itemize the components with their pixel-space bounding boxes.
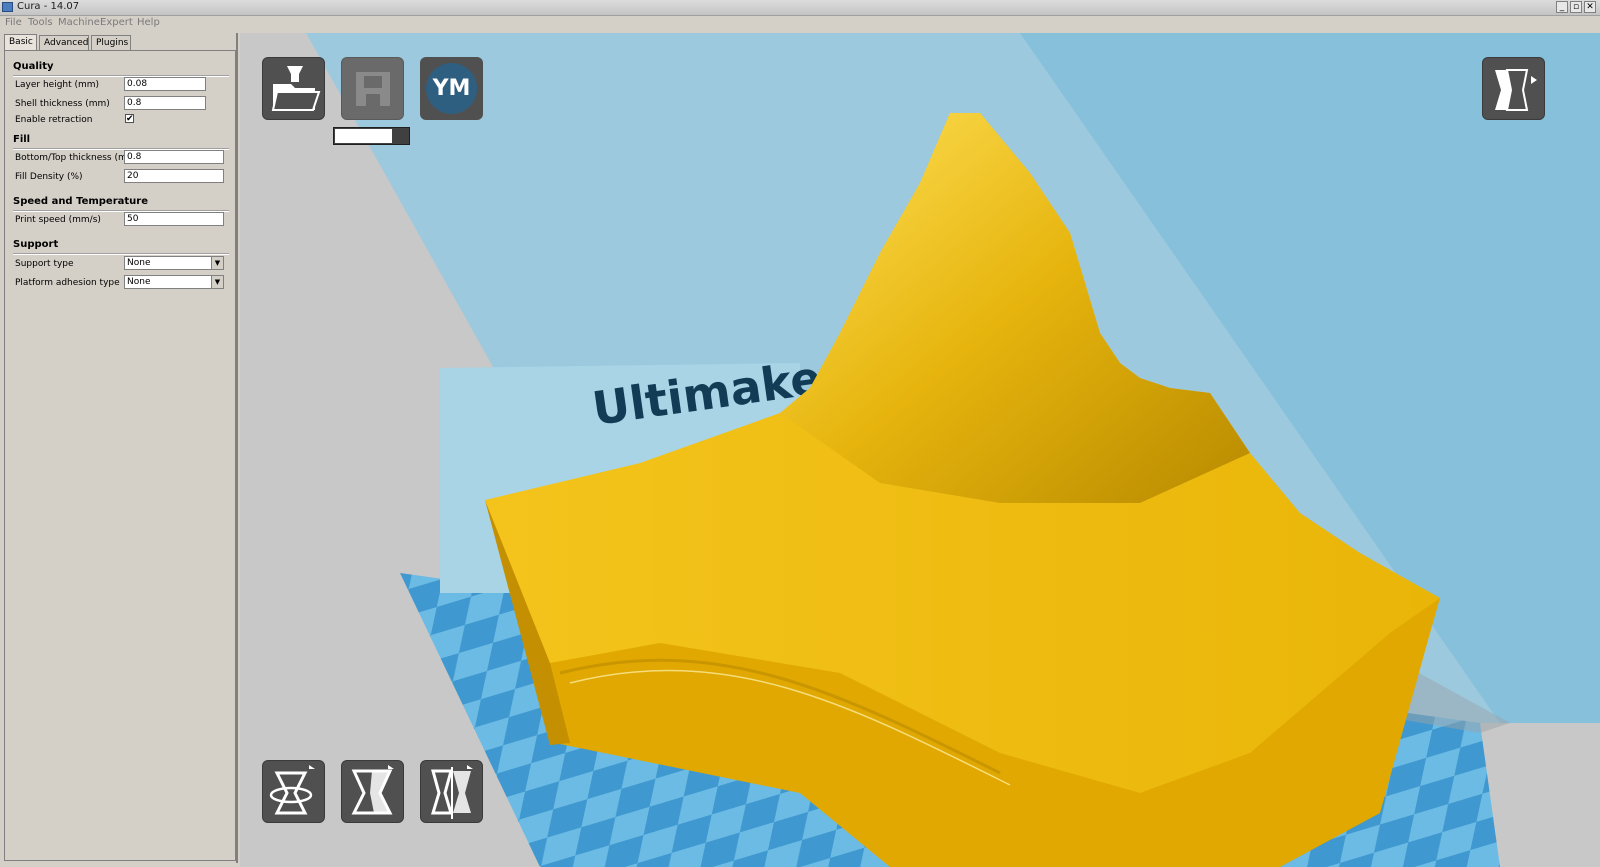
shell-thickness-field[interactable]: 0.8	[124, 96, 206, 110]
load-model-button[interactable]	[262, 57, 325, 120]
tab-plugins[interactable]: Plugins	[91, 35, 131, 50]
mirror-icon	[430, 765, 473, 819]
support-type-label: Support type	[15, 259, 74, 269]
minimize-button[interactable]: _	[1556, 1, 1568, 13]
mirror-button[interactable]	[420, 760, 483, 823]
retraction-checkbox[interactable]: ✔	[125, 114, 134, 124]
load-model-icon	[271, 66, 321, 111]
youmagine-icon: YM	[426, 63, 477, 114]
shell-thickness-label: Shell thickness (mm)	[15, 99, 110, 109]
menu-file[interactable]: File	[5, 17, 22, 28]
menu-tools[interactable]: Tools	[28, 17, 53, 28]
print-speed-field[interactable]: 50	[124, 212, 224, 226]
slice-progress-bar	[333, 127, 410, 145]
title-bar: Cura - 14.07 _ ▫ ✕	[0, 0, 1600, 16]
layer-height-label: Layer height (mm)	[15, 80, 100, 90]
fill-density-field[interactable]: 20	[124, 169, 224, 183]
chevron-down-icon[interactable]: ▼	[211, 257, 223, 269]
print-speed-label: Print speed (mm/s)	[15, 215, 101, 225]
support-divider	[13, 253, 229, 255]
scale-icon	[351, 765, 394, 815]
tab-advanced[interactable]: Advanced	[39, 35, 89, 50]
view-mode-icon	[1495, 69, 1537, 111]
menu-machine[interactable]: Machine	[58, 17, 100, 28]
bottom-top-thickness-label: Bottom/Top thickness (mm)	[15, 153, 140, 163]
support-heading: Support	[13, 239, 59, 250]
rotate-icon	[269, 765, 315, 815]
rotate-button[interactable]	[262, 760, 325, 823]
fill-density-label: Fill Density (%)	[15, 172, 83, 182]
save-toolpath-button[interactable]	[341, 57, 404, 120]
menu-expert[interactable]: Expert	[100, 17, 133, 28]
view-mode-button[interactable]	[1482, 57, 1545, 120]
close-button[interactable]: ✕	[1584, 1, 1596, 13]
scale-button[interactable]	[341, 760, 404, 823]
restore-button[interactable]: ▫	[1570, 1, 1582, 13]
scene-render: Ultimake	[306, 33, 1600, 867]
quality-heading: Quality	[13, 61, 54, 72]
adhesion-type-label: Platform adhesion type	[15, 278, 120, 288]
chevron-down-icon[interactable]: ▼	[211, 276, 223, 288]
slice-progress-fill	[335, 129, 392, 143]
retraction-label: Enable retraction	[15, 115, 93, 125]
bottom-top-thickness-field[interactable]: 0.8	[124, 150, 224, 164]
adhesion-type-value: None	[127, 277, 151, 287]
window-title: Cura - 14.07	[17, 1, 80, 12]
settings-panel: Basic Advanced Plugins Quality Layer hei…	[2, 33, 238, 863]
save-toolpath-icon	[356, 72, 390, 106]
menu-bar: File Tools Machine Expert Help	[0, 16, 1600, 31]
layer-height-field[interactable]: 0.08	[124, 77, 206, 91]
cura-app-icon	[2, 2, 13, 12]
youmagine-button[interactable]: YM	[420, 57, 483, 120]
fill-heading: Fill	[13, 134, 31, 145]
support-type-select[interactable]: None ▼	[124, 256, 224, 270]
3d-viewport[interactable]: Ultimake YM	[240, 33, 1600, 867]
menu-help[interactable]: Help	[137, 17, 160, 28]
support-type-value: None	[127, 258, 151, 268]
tab-basic[interactable]: Basic	[4, 34, 37, 51]
adhesion-type-select[interactable]: None ▼	[124, 275, 224, 289]
speed-heading: Speed and Temperature	[13, 196, 148, 207]
basic-settings: Quality Layer height (mm) 0.08 Shell thi…	[4, 50, 236, 861]
settings-tabs: Basic Advanced Plugins	[4, 34, 236, 51]
